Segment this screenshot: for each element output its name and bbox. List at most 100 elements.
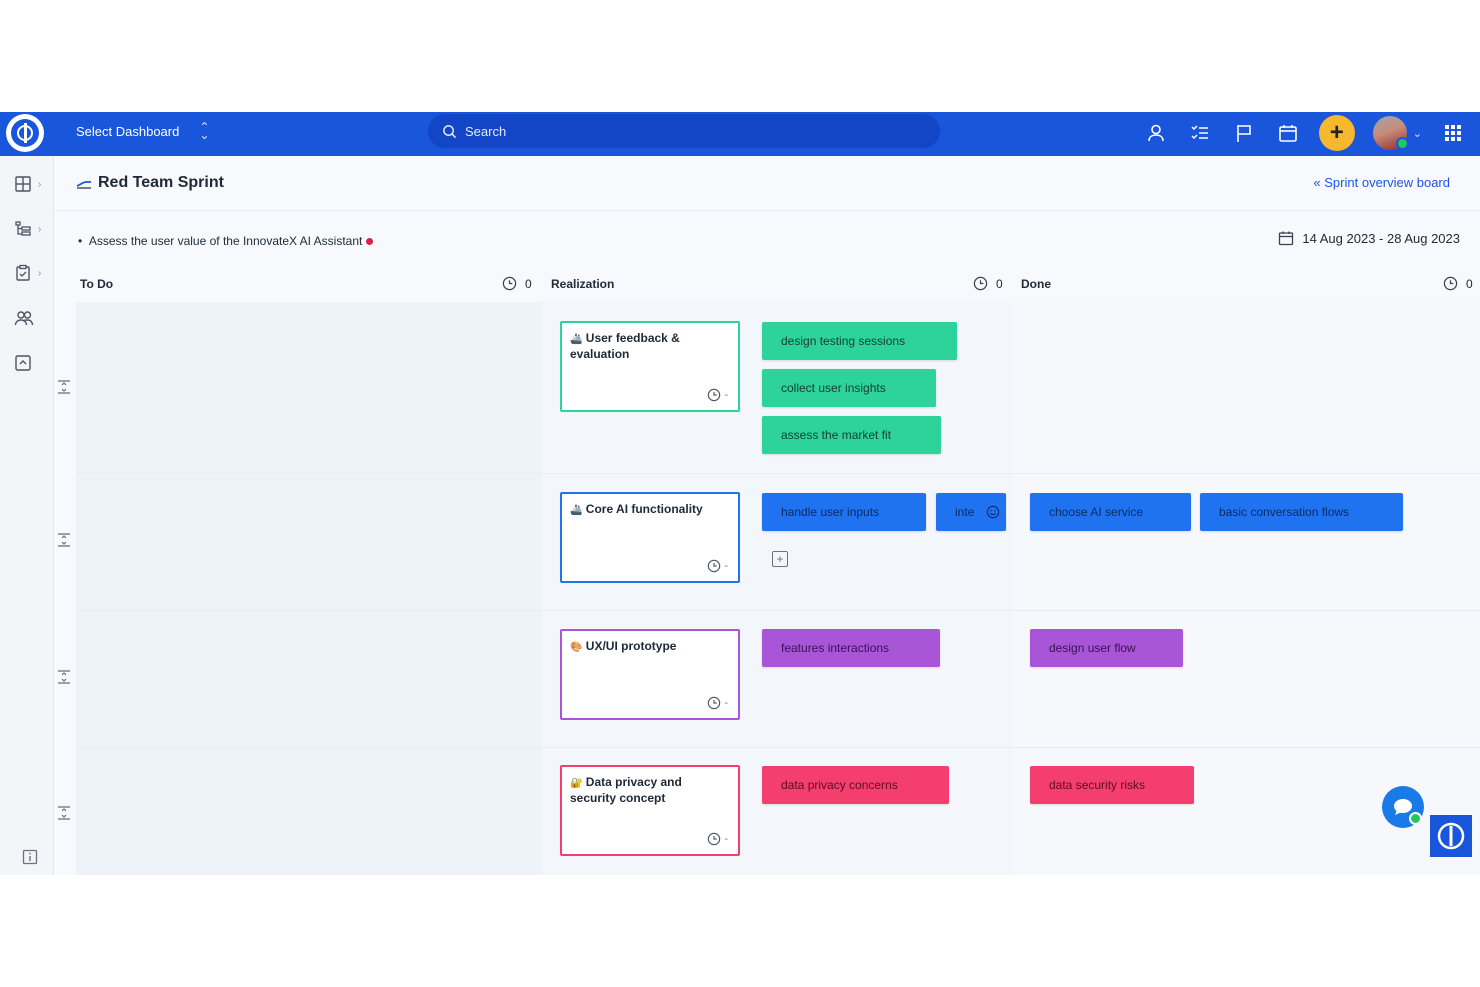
chevron-right-icon: › <box>38 267 42 279</box>
logo-icon <box>11 119 39 147</box>
sprint-overview-link[interactable]: « Sprint overview board <box>1313 175 1450 190</box>
top-bar: Select Dashboard ⌃⌄ + <box>0 112 1480 156</box>
lane-collapse-toggle[interactable] <box>57 379 73 398</box>
search-bar[interactable] <box>428 114 940 148</box>
column-count-value: 0 <box>1466 276 1473 291</box>
story-time: - <box>707 388 728 402</box>
column-header-realization: Realization <box>551 277 615 291</box>
clock-icon <box>708 559 721 573</box>
bullet: • <box>78 234 89 248</box>
help-widget-button[interactable] <box>1430 815 1472 857</box>
sprint-board: 🚢 User feedback & evaluation - design te… <box>76 302 1480 875</box>
story-card[interactable]: 🔐 Data privacy and security concept - <box>560 765 740 856</box>
page-title: Red Team Sprint <box>76 174 224 192</box>
story-card[interactable]: 🚢 Core AI functionality - <box>560 492 740 583</box>
chevron-right-icon: › <box>38 223 42 235</box>
story-time: - <box>707 559 728 573</box>
story-card[interactable]: 🎨 UX/UI prototype - <box>560 629 740 720</box>
collapse-lane-icon <box>58 806 70 820</box>
flag-icon[interactable] <box>1231 118 1257 148</box>
left-rail: › › › <box>0 156 54 875</box>
updown-chevron-icon: ⌃ ⌄ <box>199 120 210 142</box>
task-card[interactable]: data security risks <box>1030 766 1194 804</box>
story-type-icon: 🚢 <box>570 334 583 345</box>
sprint-icon <box>76 181 91 189</box>
app-logo[interactable] <box>6 114 44 152</box>
story-time-value: - <box>724 833 728 845</box>
task-card[interactable]: choose AI service <box>1030 493 1191 531</box>
chat-bubble-icon <box>1394 799 1412 815</box>
calendar-icon[interactable] <box>1275 118 1301 148</box>
clock-icon <box>502 276 517 291</box>
add-new-button[interactable]: + <box>1318 115 1355 151</box>
sprint-dates: 14 Aug 2023 - 28 Aug 2023 <box>1278 230 1460 246</box>
story-title: UX/UI prototype <box>585 639 677 653</box>
user-icon[interactable] <box>1143 118 1169 148</box>
search-icon <box>442 124 457 139</box>
add-task-button[interactable]: + <box>772 551 788 567</box>
task-card[interactable]: data privacy concerns <box>762 766 949 804</box>
info-icon <box>22 849 38 865</box>
task-card[interactable]: collect user insights <box>762 369 936 407</box>
lane-collapse-toggle[interactable] <box>57 532 73 551</box>
apps-grid-icon[interactable] <box>1440 118 1466 148</box>
page-title-text: Red Team Sprint <box>98 174 224 191</box>
task-card[interactable]: features interactions <box>762 629 940 667</box>
column-count-value: 0 <box>525 276 532 291</box>
column-header-todo: To Do <box>80 277 114 291</box>
collapse-up-icon <box>15 355 31 371</box>
story-type-icon: 🚢 <box>570 505 583 516</box>
rail-item-collapse[interactable] <box>14 351 50 375</box>
rail-item-team[interactable] <box>14 306 50 330</box>
task-list-icon[interactable] <box>1187 118 1213 148</box>
task-edit-input[interactable]: inte <box>955 505 974 519</box>
lane-collapse-toggle[interactable] <box>57 669 73 688</box>
task-card[interactable]: assess the market fit <box>762 416 941 454</box>
chat-button[interactable] <box>1382 786 1424 828</box>
column-count-todo: 0 <box>502 276 532 291</box>
column-count-value: 0 <box>996 276 1003 291</box>
clock-icon <box>708 696 721 710</box>
clipboard-icon <box>16 264 30 281</box>
column-header-done: Done <box>1021 277 1051 291</box>
dashboard-icon <box>15 176 31 192</box>
rail-item-dashboard[interactable]: › <box>14 172 50 196</box>
clock-icon <box>708 832 721 846</box>
rail-item-tasks[interactable]: › <box>14 261 50 285</box>
list-tree-icon <box>15 221 31 236</box>
story-type-icon: 🎨 <box>570 642 583 653</box>
header-divider <box>54 210 1480 211</box>
rail-item-info[interactable] <box>22 845 58 869</box>
story-title: Core AI functionality <box>585 502 703 516</box>
story-time-value: - <box>724 697 728 709</box>
rail-item-list[interactable]: › <box>14 217 50 241</box>
sprint-goal-text: Assess the user value of the InnovateX A… <box>88 234 363 248</box>
dashboard-select-label: Select Dashboard <box>76 123 180 139</box>
story-time: - <box>707 696 728 710</box>
task-card[interactable]: handle user inputs <box>762 493 926 531</box>
calendar-icon <box>1279 231 1294 246</box>
task-card[interactable]: basic conversation flows <box>1200 493 1403 531</box>
story-time-value: - <box>724 560 728 572</box>
clock-icon <box>708 388 721 402</box>
top-icons: + ⌄ <box>1143 115 1466 151</box>
story-type-icon: 🔐 <box>570 778 583 789</box>
task-card[interactable]: design testing sessions <box>762 322 957 360</box>
column-count-done: 0 <box>1443 276 1473 291</box>
task-card[interactable]: design user flow <box>1030 629 1183 667</box>
app-screen: Select Dashboard ⌃⌄ + <box>0 112 1480 875</box>
column-count-realization: 0 <box>973 276 1003 291</box>
story-time-value: - <box>724 389 728 401</box>
emoji-icon[interactable] <box>986 505 1000 519</box>
collapse-lane-icon <box>58 670 70 684</box>
lane-collapse-toggle[interactable] <box>57 805 73 824</box>
sprint-dates-text: 14 Aug 2023 - 28 Aug 2023 <box>1302 230 1460 246</box>
collapse-lane-icon <box>58 380 70 394</box>
clock-icon <box>973 276 988 291</box>
story-card[interactable]: 🚢 User feedback & evaluation - <box>560 321 740 412</box>
user-menu[interactable]: ⌄ <box>1372 116 1422 150</box>
search-input[interactable] <box>465 123 885 139</box>
task-edit-card[interactable]: inte <box>936 493 1006 531</box>
plus-icon: + <box>1329 119 1344 146</box>
dashboard-select[interactable]: Select Dashboard ⌃ ⌄ <box>76 120 210 142</box>
